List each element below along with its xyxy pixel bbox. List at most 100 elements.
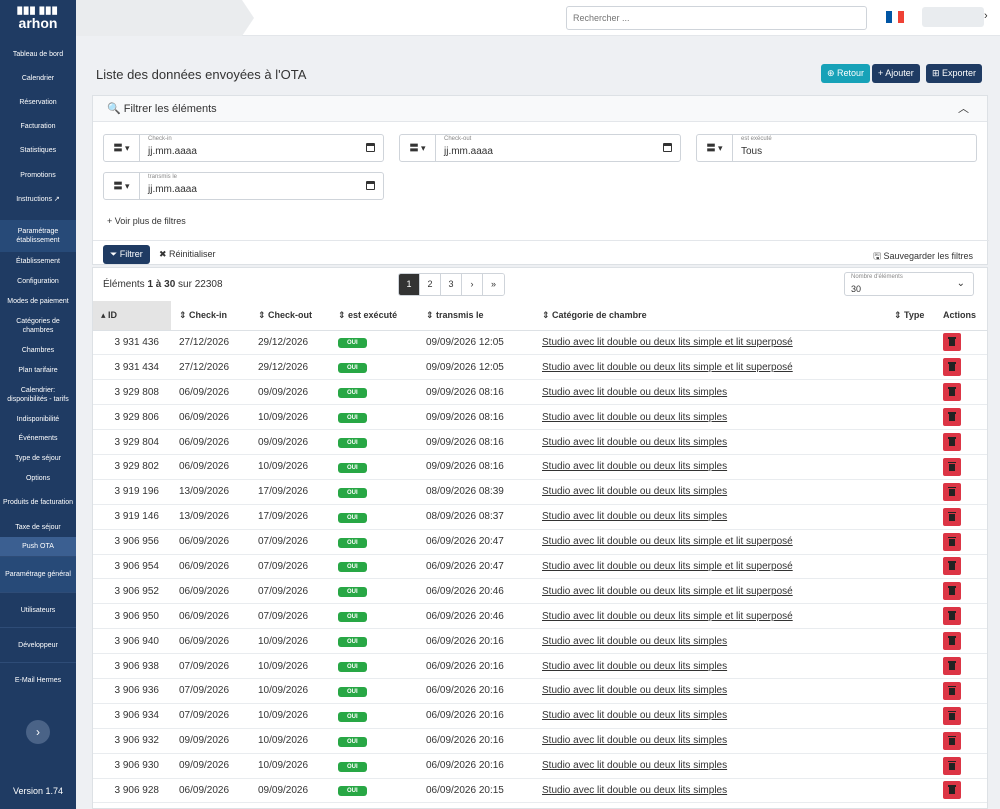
checkout-filter-value[interactable]: jj.mm.aaaa: [444, 146, 493, 157]
export-button[interactable]: ⊞ Exporter: [926, 64, 983, 83]
category-link[interactable]: Studio avec lit double ou deux lits simp…: [542, 387, 727, 398]
sidebar-item[interactable]: Facturation: [0, 114, 76, 138]
sidebar-item[interactable]: Événements: [0, 429, 76, 448]
trash-icon[interactable]: [943, 582, 961, 601]
category-link[interactable]: Studio avec lit double ou deux lits simp…: [542, 511, 727, 522]
category-link[interactable]: Studio avec lit double ou deux lits simp…: [542, 685, 727, 696]
trash-icon[interactable]: [943, 607, 961, 626]
trash-icon[interactable]: [943, 706, 961, 725]
sidebar-item[interactable]: Push OTA: [0, 537, 76, 556]
trash-icon[interactable]: [943, 333, 961, 352]
search-input[interactable]: [566, 6, 867, 30]
category-link[interactable]: Studio avec lit double ou deux lits simp…: [542, 661, 727, 672]
add-button[interactable]: + Ajouter: [872, 64, 920, 83]
executed-filter-value[interactable]: Tous: [741, 146, 762, 157]
sidebar-item[interactable]: Plan tarifaire: [0, 360, 76, 380]
trash-icon[interactable]: [943, 731, 961, 750]
sidebar-item[interactable]: Réservation: [0, 90, 76, 114]
calendar-icon[interactable]: [663, 143, 672, 152]
col-sent[interactable]: ⇕ transmis le: [418, 301, 534, 331]
category-link[interactable]: Studio avec lit double ou deux lits simp…: [542, 710, 727, 721]
trash-icon[interactable]: [943, 756, 961, 775]
category-link[interactable]: Studio avec lit double ou deux lits simp…: [542, 412, 727, 423]
trash-icon[interactable]: [943, 507, 961, 526]
sidebar-item[interactable]: Catégories de chambres: [0, 311, 76, 340]
category-link[interactable]: Studio avec lit double ou deux lits simp…: [542, 486, 727, 497]
operator-select[interactable]: 〓 ▾: [104, 173, 140, 199]
trash-icon[interactable]: [943, 482, 961, 501]
sidebar-item[interactable]: Statistiques: [0, 138, 76, 163]
category-link[interactable]: Studio avec lit double ou deux lits simp…: [542, 461, 727, 472]
table-row[interactable]: 3 929 804 06/09/2026 09/09/2026 OUI 09/09/20…: [93, 429, 987, 455]
table-row[interactable]: 3 929 806 06/09/2026 10/09/2026 OUI 09/09/20…: [93, 404, 987, 431]
trash-icon[interactable]: [943, 781, 961, 800]
trash-icon[interactable]: [943, 408, 961, 427]
page-button-1[interactable]: 1: [399, 274, 420, 295]
logo[interactable]: ▉▉▉ ▉▉▉ arhon: [0, 0, 76, 40]
category-link[interactable]: Studio avec lit double ou deux lits simp…: [542, 337, 793, 348]
sidebar-item[interactable]: Chambres: [0, 340, 76, 360]
page-button-3[interactable]: 3: [441, 274, 462, 295]
category-link[interactable]: Studio avec lit double ou deux lits simp…: [542, 362, 793, 373]
table-row[interactable]: 3 931 434 27/12/2026 29/12/2026 OUI 09/09/20…: [93, 354, 987, 381]
sidebar-item[interactable]: Développeur: [0, 627, 76, 662]
calendar-icon[interactable]: [366, 181, 375, 190]
chevron-right-icon[interactable]: ›: [984, 10, 988, 22]
page-button-2[interactable]: 2: [420, 274, 441, 295]
sidebar-item[interactable]: Modes de paiement: [0, 291, 76, 311]
table-row[interactable]: 3 906 950 06/09/2026 07/09/2026 OUI 06/09/20…: [93, 603, 987, 630]
category-link[interactable]: Studio avec lit double ou deux lits simp…: [542, 611, 793, 622]
trash-icon[interactable]: [943, 532, 961, 551]
table-row[interactable]: 3 906 940 06/09/2026 10/09/2026 OUI 06/09/20…: [93, 628, 987, 655]
table-row[interactable]: 3 929 802 06/09/2026 10/09/2026 OUI 09/09/20…: [93, 454, 987, 480]
last-page-button[interactable]: »: [483, 274, 504, 295]
table-row[interactable]: 3 919 196 13/09/2026 17/09/2026 OUI 08/09/20…: [93, 479, 987, 505]
trash-icon[interactable]: [943, 383, 961, 402]
table-row[interactable]: 3 906 938 07/09/2026 10/09/2026 OUI 06/09/20…: [93, 653, 987, 679]
user-menu[interactable]: [922, 7, 984, 27]
checkout-filter[interactable]: 〓 ▾ Check-out jj.mm.aaaa: [399, 134, 681, 162]
reset-filters-button[interactable]: ✖ Réinitialiser: [159, 249, 216, 260]
table-row[interactable]: 3 906 932 09/09/2026 10/09/2026 OUI 06/09/20…: [93, 728, 987, 754]
table-row[interactable]: 3 906 936 07/09/2026 10/09/2026 OUI 06/09/20…: [93, 678, 987, 704]
table-row[interactable]: 3 919 146 13/09/2026 17/09/2026 OUI 08/09/20…: [93, 504, 987, 530]
sidebar-item[interactable]: Promotions: [0, 163, 76, 187]
sidebar-item[interactable]: Taxe de séjour: [0, 517, 76, 537]
col-executed[interactable]: ⇕ est exécuté: [330, 301, 418, 331]
trash-icon[interactable]: [943, 681, 961, 700]
operator-select[interactable]: 〓 ▾: [400, 135, 436, 161]
page-size-select[interactable]: Nombre d'éléments 30 ⌄: [844, 272, 974, 296]
category-link[interactable]: Studio avec lit double ou deux lits simp…: [542, 586, 793, 597]
trash-icon[interactable]: [943, 358, 961, 377]
sidebar-item[interactable]: Paramétrage général: [0, 556, 76, 592]
category-link[interactable]: Studio avec lit double ou deux lits simp…: [542, 437, 727, 448]
col-category[interactable]: ⇕ Catégorie de chambre: [534, 301, 886, 331]
col-type[interactable]: ⇕ Type: [886, 301, 935, 331]
operator-select[interactable]: 〓 ▾: [104, 135, 140, 161]
more-filters-link[interactable]: + Voir plus de filtres: [107, 216, 186, 226]
trash-icon[interactable]: [943, 557, 961, 576]
sidebar-item[interactable]: Calendrier: disponibilités - tarifs: [0, 380, 76, 409]
table-row[interactable]: 3 929 808 06/09/2026 09/09/2026 OUI 09/09/20…: [93, 379, 987, 406]
trash-icon[interactable]: [943, 457, 961, 476]
table-row[interactable]: 3 906 934 07/09/2026 10/09/2026 OUI 06/09/20…: [93, 703, 987, 729]
checkin-filter[interactable]: 〓 ▾ Check-in jj.mm.aaaa: [103, 134, 384, 162]
category-link[interactable]: Studio avec lit double ou deux lits simp…: [542, 760, 727, 771]
category-link[interactable]: Studio avec lit double ou deux lits simp…: [542, 785, 727, 796]
language-flag-icon[interactable]: [886, 11, 904, 23]
executed-filter[interactable]: 〓 ▾ est exécuté Tous: [696, 134, 977, 162]
filter-button[interactable]: ⏷ Filtrer: [103, 245, 150, 264]
sidebar-item[interactable]: Configuration: [0, 271, 76, 291]
sent-date-filter[interactable]: 〓 ▾ transmis le jj.mm.aaaa: [103, 172, 384, 200]
category-link[interactable]: Studio avec lit double ou deux lits simp…: [542, 536, 793, 547]
trash-icon[interactable]: [943, 657, 961, 676]
table-row[interactable]: 3 906 952 06/09/2026 07/09/2026 OUI 06/09/20…: [93, 578, 987, 605]
sidebar-item[interactable]: Utilisateurs: [0, 592, 76, 627]
next-page-button[interactable]: ›: [462, 274, 483, 295]
checkin-filter-value[interactable]: jj.mm.aaaa: [148, 146, 197, 157]
col-id[interactable]: ▴ ID: [93, 301, 171, 331]
operator-select[interactable]: 〓 ▾: [697, 135, 733, 161]
trash-icon[interactable]: [943, 433, 961, 451]
table-row[interactable]: 3 906 930 09/09/2026 10/09/2026 OUI 06/09/20…: [93, 753, 987, 779]
sidebar-item[interactable]: Type de séjour: [0, 448, 76, 468]
